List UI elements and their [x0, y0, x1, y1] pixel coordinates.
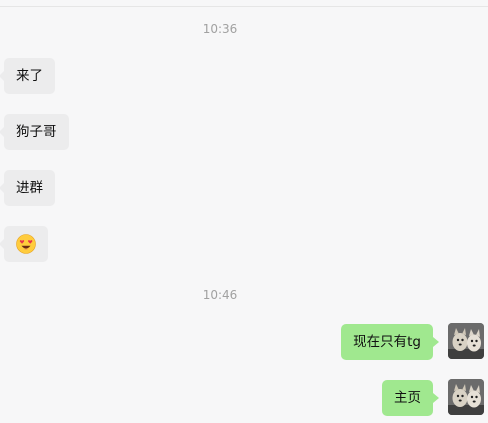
- message-bubble-incoming[interactable]: 进群: [0, 170, 55, 206]
- user-avatar[interactable]: [448, 323, 484, 359]
- message-bubble-incoming-emoji[interactable]: [0, 226, 48, 262]
- user-avatar[interactable]: [448, 379, 484, 415]
- message-bubble-outgoing[interactable]: 现在只有tg: [341, 324, 439, 360]
- heart-eyes-emoji-icon: [16, 234, 36, 254]
- message-bubble-incoming[interactable]: 来了: [0, 58, 55, 94]
- chat-message-area[interactable]: 10:36 来了 狗子哥 进群 10:46 现在只有tg 主页: [0, 0, 488, 423]
- message-bubble-incoming[interactable]: 狗子哥: [0, 114, 69, 150]
- dog-avatar-icon: [448, 323, 484, 359]
- timestamp: 10:36: [202, 22, 238, 36]
- timestamp: 10:46: [202, 288, 238, 302]
- dog-avatar-icon: [448, 379, 484, 415]
- message-bubble-outgoing[interactable]: 主页: [382, 380, 439, 416]
- top-divider: [0, 6, 488, 7]
